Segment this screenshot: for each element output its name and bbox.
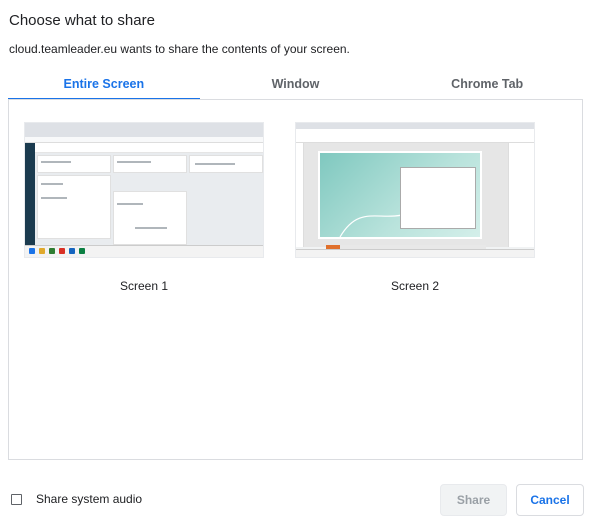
presentation-right-panel-graphic: [508, 143, 534, 247]
app-header-graphic: [35, 143, 263, 153]
tab-entire-screen[interactable]: Entire Screen: [8, 70, 200, 100]
screen-2-thumbnail: [295, 122, 535, 258]
taskbar-graphic: [296, 249, 534, 257]
source-tabs: Entire Screen Window Chrome Tab: [8, 70, 583, 100]
screen-1-label: Screen 1: [119, 279, 169, 293]
presentation-toolbar-graphic: [296, 129, 534, 143]
share-button[interactable]: Share: [440, 484, 507, 516]
nested-share-dialog-graphic: [400, 167, 476, 229]
screen-option-1[interactable]: Screen 1: [24, 122, 264, 293]
screen-1-thumbnail: [24, 122, 264, 258]
dialog-title: Choose what to share: [9, 12, 155, 29]
presentation-left-rail-graphic: [296, 143, 304, 247]
tab-window[interactable]: Window: [200, 70, 392, 100]
browser-tabbar-graphic: [25, 123, 263, 137]
app-body-graphic: [35, 153, 263, 247]
dialog-subtitle: cloud.teamleader.eu wants to share the c…: [9, 42, 350, 56]
app-sidebar-graphic: [25, 143, 35, 247]
tab-chrome-tab[interactable]: Chrome Tab: [391, 70, 583, 100]
cancel-button[interactable]: Cancel: [516, 484, 584, 516]
screen-option-2[interactable]: Screen 2: [295, 122, 535, 293]
share-audio-checkbox[interactable]: [11, 494, 22, 505]
taskbar-graphic: [25, 245, 263, 257]
share-audio-label: Share system audio: [36, 492, 143, 506]
screen-list-panel: Screen 1 Screen 2: [8, 100, 583, 460]
screen-2-label: Screen 2: [390, 279, 440, 293]
slide-graphic: [318, 151, 482, 239]
